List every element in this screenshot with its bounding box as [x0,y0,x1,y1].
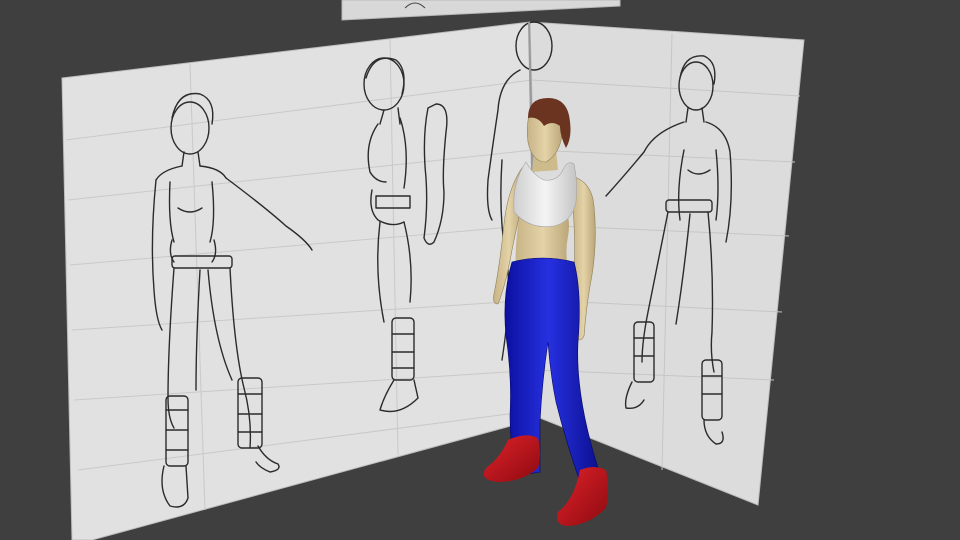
3d-viewport[interactable] [0,0,960,540]
